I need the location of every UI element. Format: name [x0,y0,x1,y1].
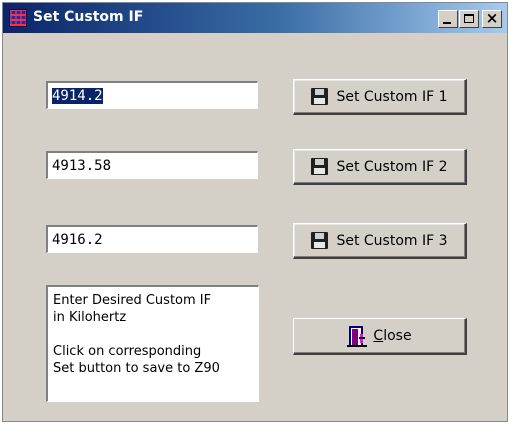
floppy-disk-icon [311,158,329,175]
app-icon[interactable] [9,9,27,27]
floppy-disk-icon [311,88,329,105]
floppy-disk-icon [311,232,329,249]
close-mnemonic: C [373,328,384,344]
close-window-button[interactable]: × [482,9,502,28]
set-custom-if-3-button[interactable]: Set Custom IF 3 [293,223,467,259]
custom-if-1-input[interactable]: 4914.2 [46,81,258,109]
set-custom-if-3-label: Set Custom IF 3 [336,232,448,249]
custom-if-3-input[interactable]: 4916.2 [46,225,258,253]
maximize-button[interactable] [459,10,479,28]
title-bar[interactable]: Set Custom IF × [3,3,507,33]
set-custom-if-1-label: Set Custom IF 1 [336,88,448,105]
instructions-line-2: Click on corresponding Set button to sav… [53,344,220,376]
window-controls: × [437,9,502,28]
set-custom-if-2-button[interactable]: Set Custom IF 2 [293,149,467,185]
exit-door-icon [347,326,368,347]
set-custom-if-1-button[interactable]: Set Custom IF 1 [293,79,467,115]
close-label-rest: lose [383,328,412,344]
dialog-window: Set Custom IF × 4914.2 Set Custom IF 1 4… [2,2,508,422]
minimize-button[interactable] [438,10,458,28]
close-button-label: Close [373,328,411,344]
minimize-icon [443,22,451,24]
maximize-icon [464,14,474,23]
set-custom-if-2-label: Set Custom IF 2 [336,158,448,175]
instructions-textbox: Enter Desired Custom IF in Kilohertz Cli… [46,285,259,402]
window-title: Set Custom IF [33,9,144,25]
instructions-line-1: Enter Desired Custom IF in Kilohertz [53,293,212,325]
close-button[interactable]: Close [293,318,467,355]
custom-if-2-input[interactable]: 4913.58 [46,151,258,179]
custom-if-3-value: 4916.2 [52,232,103,248]
close-icon: × [485,9,499,27]
custom-if-1-value: 4914.2 [52,88,103,104]
custom-if-2-value: 4913.58 [52,158,112,174]
